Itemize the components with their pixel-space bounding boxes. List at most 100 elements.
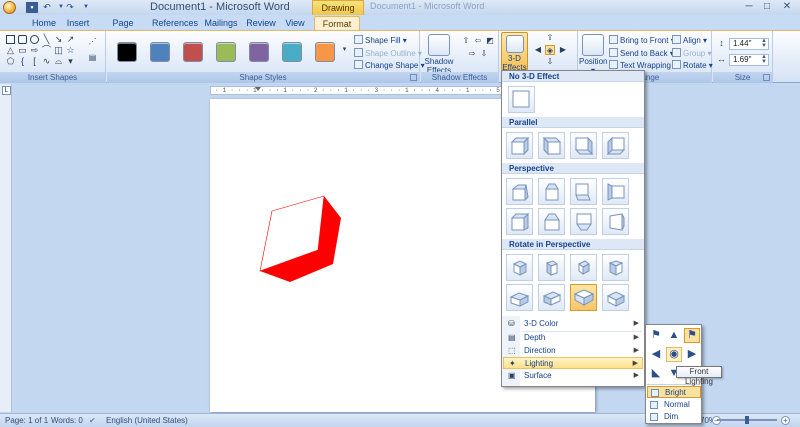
brace-shape-icon[interactable]: {: [18, 57, 27, 66]
perspective-preset[interactable]: [506, 208, 533, 235]
shadow-effects-button[interactable]: Shadow Effects: [424, 32, 454, 75]
parallel-preset[interactable]: [538, 132, 565, 159]
shadow-nudge-left-icon[interactable]: ⇦: [473, 36, 483, 46]
tab-review[interactable]: Review: [246, 16, 276, 30]
rotate-perspective-preset[interactable]: [506, 254, 533, 281]
save-icon[interactable]: ▪: [26, 2, 38, 13]
tilt-right-icon[interactable]: ▶: [558, 45, 568, 55]
minimize-button[interactable]: ─: [742, 1, 756, 13]
maximize-button[interactable]: □: [760, 1, 774, 13]
right-arrow-shape-icon[interactable]: ⇨: [30, 46, 39, 55]
shadow-nudge-up-icon[interactable]: ⇧: [461, 36, 471, 46]
tab-references[interactable]: References: [152, 16, 198, 30]
parallel-preset[interactable]: [570, 132, 597, 159]
shape-style-swatch[interactable]: [315, 42, 335, 62]
rotate-perspective-preset[interactable]: [506, 284, 533, 311]
menu-item-direction[interactable]: ⬚ Direction ▶: [503, 345, 643, 357]
height-spinner-arrows[interactable]: ▲ ▼: [761, 38, 767, 49]
light-right-icon[interactable]: ▶: [684, 347, 700, 362]
shape-styles-dialog-launcher[interactable]: [410, 74, 417, 81]
perspective-preset[interactable]: [570, 178, 597, 205]
tab-view[interactable]: View: [283, 16, 307, 30]
perspective-preset[interactable]: [602, 208, 629, 235]
curve-shape-icon[interactable]: ⌒: [42, 46, 51, 55]
change-shape-button[interactable]: Change Shape ▾: [354, 60, 425, 71]
indent-marker[interactable]: [255, 87, 261, 91]
rotate-perspective-preset-selected[interactable]: [570, 284, 597, 311]
tab-page-layout[interactable]: Page Layout: [100, 16, 146, 42]
menu-item-depth[interactable]: ▤ Depth ▶: [503, 332, 643, 344]
rotate-perspective-preset[interactable]: [602, 254, 629, 281]
shadow-on-off-icon[interactable]: ◩: [485, 36, 495, 46]
position-button[interactable]: Position ▾: [579, 32, 607, 75]
light-left-icon[interactable]: ◀: [648, 347, 664, 362]
shape-style-swatch[interactable]: [282, 42, 302, 62]
tab-selector-button[interactable]: L: [2, 86, 11, 95]
lighting-bright-option[interactable]: Bright: [647, 386, 701, 398]
rotate-perspective-preset[interactable]: [538, 284, 565, 311]
tilt-down-icon[interactable]: ⇩: [545, 57, 555, 67]
triangle-shape-icon[interactable]: △: [6, 46, 15, 55]
styles-more-icon[interactable]: ▾: [340, 45, 349, 54]
callout-shape-icon[interactable]: ◫: [54, 46, 63, 55]
3d-on-off-icon[interactable]: ◈: [545, 45, 555, 55]
3d-effects-button[interactable]: 3-D Effects: [501, 32, 528, 72]
shape-style-swatch[interactable]: [249, 42, 269, 62]
rotate-button[interactable]: Rotate ▾: [672, 60, 713, 71]
rotate-perspective-preset[interactable]: [538, 254, 565, 281]
more-shapes-icon[interactable]: ▾: [66, 57, 75, 66]
light-top-icon[interactable]: ▲: [666, 328, 682, 343]
shape-style-swatch[interactable]: [216, 42, 236, 62]
language-indicator[interactable]: English (United States): [106, 415, 188, 427]
bring-to-front-button[interactable]: Bring to Front ▾: [609, 35, 675, 46]
square-outline-shape-icon[interactable]: ▭: [18, 46, 27, 55]
lighting-dim-option[interactable]: Dim: [647, 411, 701, 423]
zoom-slider-thumb[interactable]: [745, 416, 749, 424]
undo-icon[interactable]: ↶: [41, 2, 53, 13]
3d-shape[interactable]: [258, 194, 346, 286]
proofing-icon[interactable]: ✔: [89, 415, 96, 427]
parallel-preset[interactable]: [602, 132, 629, 159]
tab-insert[interactable]: Insert: [62, 16, 94, 30]
lighting-normal-option[interactable]: Normal: [647, 399, 701, 411]
bracket-shape-icon[interactable]: [: [30, 57, 39, 66]
word-count[interactable]: Words: 0: [51, 415, 83, 427]
line-shape-icon[interactable]: ╲: [42, 35, 51, 44]
rectangle-shape-icon[interactable]: [6, 35, 15, 44]
perspective-preset[interactable]: [538, 178, 565, 205]
perspective-preset[interactable]: [570, 208, 597, 235]
office-button[interactable]: [3, 1, 16, 14]
light-bottom-left-icon[interactable]: ◣: [648, 366, 664, 381]
width-spinner-arrows[interactable]: ▲ ▼: [761, 54, 767, 65]
shape-style-swatch[interactable]: [183, 42, 203, 62]
menu-item-lighting[interactable]: ✦ Lighting ▶: [503, 357, 643, 369]
page-count[interactable]: Page: 1 of 1: [5, 415, 48, 427]
close-button[interactable]: ✕: [780, 1, 794, 13]
align-button[interactable]: Align ▾: [672, 35, 707, 46]
redo-icon[interactable]: ↷: [64, 2, 76, 13]
oval-shape-icon[interactable]: [30, 35, 39, 44]
shape-height-input[interactable]: 1.44" ▲ ▼: [729, 38, 769, 50]
edit-shape-icon[interactable]: ⋰: [88, 37, 97, 46]
perspective-preset[interactable]: [506, 178, 533, 205]
star-shape-icon[interactable]: ☆: [66, 46, 75, 55]
perspective-preset[interactable]: [538, 208, 565, 235]
double-arrow-shape-icon[interactable]: ↗: [66, 35, 75, 44]
group-button[interactable]: Group ▾: [672, 48, 711, 59]
tab-home[interactable]: Home: [30, 16, 58, 30]
shape-style-swatch[interactable]: [150, 42, 170, 62]
parallel-preset[interactable]: [506, 132, 533, 159]
shadow-nudge-down-icon[interactable]: ⇩: [479, 49, 489, 59]
shape-width-input[interactable]: 1.69" ▲ ▼: [729, 54, 769, 66]
freeform-shape-icon[interactable]: ⌓: [54, 57, 63, 66]
rounded-rectangle-shape-icon[interactable]: [18, 35, 27, 44]
shape-fill-button[interactable]: Shape Fill ▾: [354, 35, 407, 46]
light-top-left-icon[interactable]: ⚑: [648, 328, 664, 343]
tilt-up-icon[interactable]: ⇧: [545, 33, 555, 43]
no-3d-effect-preset[interactable]: [508, 86, 535, 113]
pentagon-shape-icon[interactable]: ⬠: [6, 57, 15, 66]
light-top-right-icon[interactable]: ⚑: [684, 328, 700, 343]
shape-style-swatch[interactable]: [117, 42, 137, 62]
tab-mailings[interactable]: Mailings: [203, 16, 239, 30]
send-to-back-button[interactable]: Send to Back ▾: [609, 48, 674, 59]
